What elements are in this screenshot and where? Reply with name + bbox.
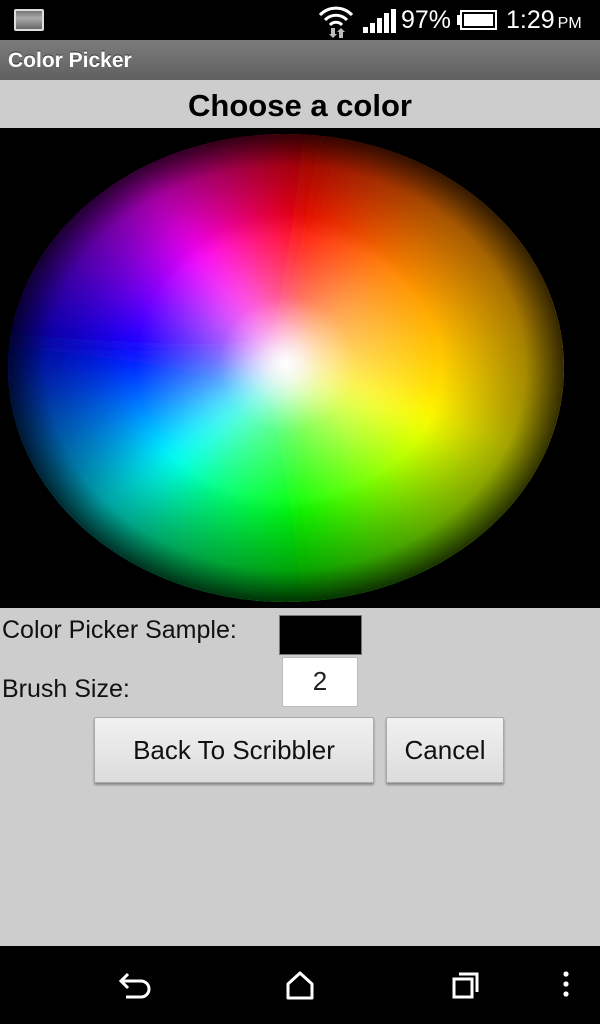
clock-time: 1:29 [506, 6, 555, 34]
screenshot-notification-icon [14, 9, 44, 31]
wifi-icon [318, 6, 354, 38]
status-bar: 97% 1:29 PM [0, 0, 600, 40]
menu-icon[interactable] [546, 968, 586, 1002]
cancel-button[interactable]: Cancel [386, 717, 504, 783]
color-sample-swatch [279, 615, 362, 655]
recents-icon[interactable] [446, 968, 486, 1002]
sample-label: Color Picker Sample: [2, 616, 237, 644]
signal-icon [363, 9, 396, 33]
brush-size-label: Brush Size: [2, 675, 130, 703]
color-wheel[interactable] [0, 128, 600, 608]
color-wheel-panel[interactable] [0, 128, 600, 608]
brush-size-field[interactable]: 2 [282, 657, 358, 707]
navigation-bar [0, 946, 600, 1024]
app-bar: Color Picker [0, 40, 600, 80]
back-to-scribbler-button[interactable]: Back To Scribbler [94, 717, 374, 783]
status-clock: 1:29 PM [506, 6, 582, 38]
page-title: Choose a color [188, 88, 412, 123]
battery-percent: 97% [401, 6, 452, 34]
battery-icon [457, 10, 497, 30]
clock-ampm: PM [557, 15, 582, 32]
app-title: Color Picker [8, 49, 132, 72]
back-icon[interactable] [114, 968, 154, 1002]
home-icon[interactable] [280, 968, 320, 1002]
